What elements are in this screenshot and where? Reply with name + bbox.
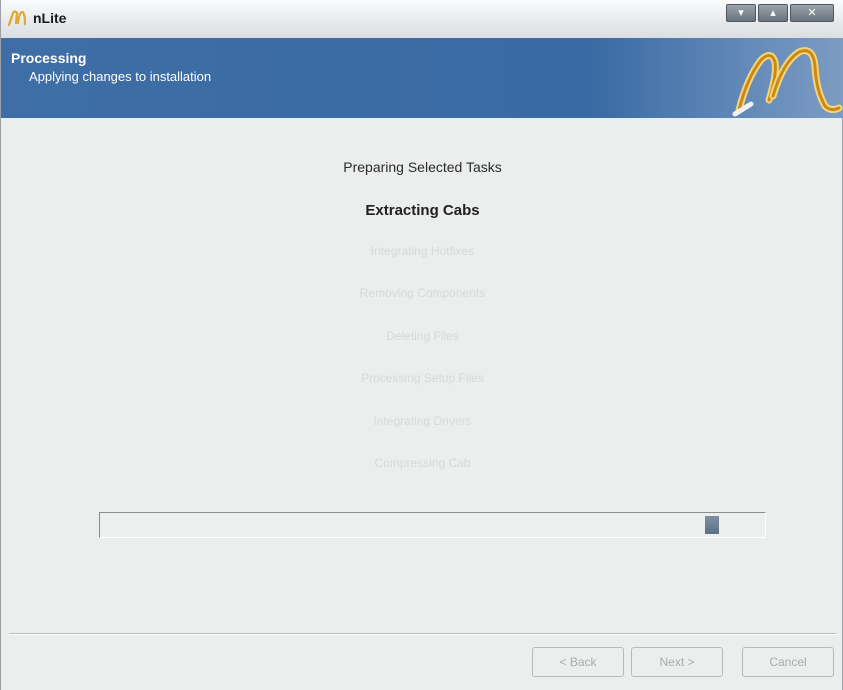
window-title: nLite (33, 10, 67, 26)
next-button[interactable]: Next > (631, 647, 723, 677)
task-processing-setup-files: Processing Setup Files (361, 371, 484, 385)
cancel-button[interactable]: Cancel (742, 647, 834, 677)
task-removing-components: Removing Components (359, 286, 486, 300)
page-title: Processing (11, 50, 87, 66)
close-button[interactable]: ✕ (790, 4, 834, 22)
page-subtitle: Applying changes to installation (29, 69, 212, 84)
progress-marquee-block (705, 516, 719, 534)
wizard-header: Processing Applying changes to installat… (1, 38, 843, 118)
task-integrating-drivers: Integrating Drivers (373, 414, 472, 428)
title-bar[interactable]: nLite ▾ ▴ ✕ (1, 0, 843, 39)
footer-divider (9, 633, 836, 635)
back-button[interactable]: < Back (532, 647, 624, 677)
task-integrating-hotfixes: Integrating Hotfixes (370, 244, 475, 258)
maximize-button[interactable]: ▴ (758, 4, 788, 22)
minimize-icon: ▾ (738, 6, 744, 19)
task-preparing-selected-tasks: Preparing Selected Tasks (343, 159, 502, 175)
close-icon: ✕ (807, 6, 817, 19)
task-extracting-cabs: Extracting Cabs (365, 202, 480, 219)
nlite-window: nLite ▾ ▴ ✕ Processing Applying changes … (0, 0, 843, 690)
task-deleting-files: Deleting Files (386, 329, 459, 343)
nlite-logo-icon (7, 10, 27, 27)
progress-bar (99, 512, 766, 538)
maximize-icon: ▴ (770, 6, 776, 19)
task-compressing-cab: Compressing Cab (374, 456, 471, 470)
nlite-banner-logo-icon (732, 47, 843, 117)
minimize-button[interactable]: ▾ (726, 4, 756, 22)
